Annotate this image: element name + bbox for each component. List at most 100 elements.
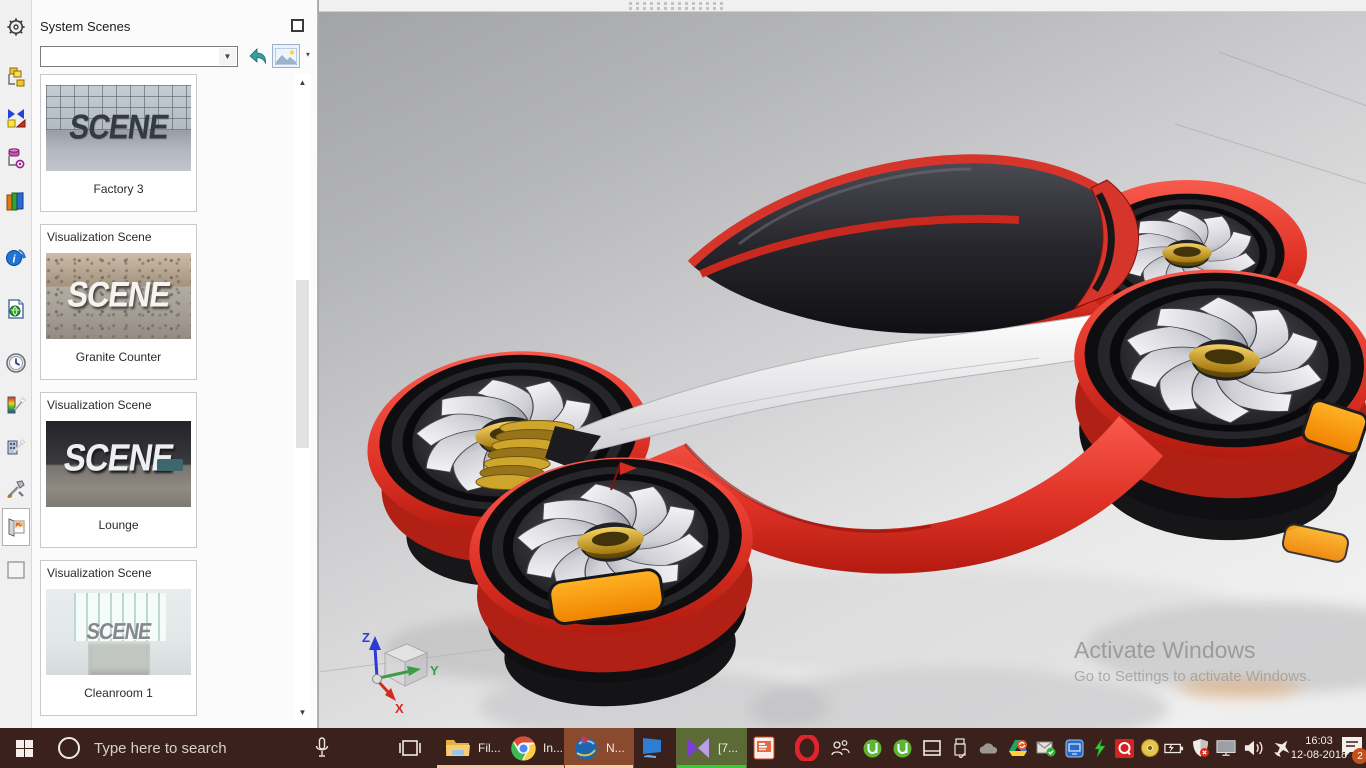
scene-card-header: Visualization Scene — [47, 398, 152, 412]
scene-card-factory-3[interactable]: SCENE Factory 3 — [40, 74, 197, 212]
scene-list: SCENE Factory 3 Visualization Scene SCEN… — [32, 74, 294, 722]
triad-x-label: X — [395, 701, 404, 716]
image-icon — [275, 47, 297, 65]
toolbar-dock-strip — [319, 0, 1366, 12]
app-label: N... — [606, 741, 625, 755]
taskbar-app-kmplayer[interactable]: [7... — [676, 728, 748, 768]
tray-utorrent-icon[interactable] — [862, 738, 882, 758]
scene-label: Cleanroom 1 — [84, 686, 153, 700]
windows-taskbar: Fil... In... N... [7... — [0, 728, 1366, 768]
toolbar-grip-icon[interactable] — [629, 2, 723, 5]
tray-defender-icon[interactable] — [1190, 738, 1210, 758]
internet-navigator-icon[interactable]: i — [3, 244, 29, 270]
taskbar-app-nx-active[interactable]: N... — [564, 728, 634, 768]
right-fan-pod[interactable] — [1061, 260, 1366, 565]
toolbar-grip-icon[interactable] — [629, 7, 723, 10]
canopy — [687, 154, 1139, 334]
roles-gear-icon[interactable] — [3, 14, 29, 40]
scene-word: SCENE — [66, 108, 171, 147]
scene-card-granite-counter[interactable]: Visualization Scene SCENE Granite Counte… — [40, 224, 197, 380]
system-scenes-panel: System Scenes ▼ ▼ SCENE Factory 3 Visual… — [32, 0, 318, 728]
web-page-icon[interactable] — [3, 296, 29, 322]
white-body-band — [570, 308, 1142, 453]
reset-scene-button[interactable] — [246, 45, 270, 68]
scene-word: SCENE — [64, 274, 173, 315]
image-button-caret-icon[interactable]: ▼ — [305, 51, 311, 58]
task-view-button[interactable] — [398, 736, 422, 765]
scene-card-cleanroom-1[interactable]: Visualization Scene SCENE Cleanroom 1 — [40, 560, 197, 716]
tray-quickheal-icon[interactable] — [1114, 738, 1134, 758]
app-label: In... — [543, 741, 564, 755]
scene-thumbnail-lounge: SCENE — [46, 421, 191, 507]
taskbar-app-computer[interactable] — [630, 728, 674, 768]
tray-pc-app-icon[interactable] — [1064, 738, 1084, 758]
scene-label: Lounge — [98, 518, 139, 532]
scene-word: SCENE — [61, 436, 176, 479]
nx-icon — [575, 736, 597, 760]
graphics-viewport[interactable]: Z Y X Activate Windows Go to Settings to… — [318, 0, 1366, 728]
start-button[interactable] — [0, 728, 48, 768]
tools-icon[interactable] — [3, 476, 29, 502]
tray-window-icon[interactable] — [922, 738, 942, 758]
combo-dropdown-arrow-icon[interactable]: ▼ — [219, 48, 236, 65]
empty-palette-icon[interactable] — [3, 557, 29, 583]
scene-image-button[interactable] — [272, 44, 300, 68]
file-explorer-icon — [446, 740, 470, 756]
scene-label: Granite Counter — [75, 350, 162, 364]
history-icon[interactable] — [3, 350, 29, 376]
triad-z-label: Z — [362, 630, 370, 645]
taskbar-app-opera[interactable] — [786, 728, 828, 768]
application-window: i System Scenes ▼ ▼ SCENE Factory 3 Visu… — [0, 0, 1366, 768]
tray-battery-icon[interactable] — [1164, 738, 1184, 758]
scene-list-scrollbar[interactable]: ▲ ▼ — [294, 74, 311, 720]
notification-center-button[interactable]: 2 — [1340, 736, 1366, 764]
taskbar-app-file-explorer[interactable]: Fil... — [436, 728, 510, 768]
resource-bar: i — [0, 0, 32, 728]
triad-y-label: Y — [430, 663, 439, 678]
panel-title: System Scenes — [40, 19, 131, 34]
powerpoint-icon — [753, 736, 775, 760]
assembly-navigator-icon[interactable] — [3, 64, 29, 90]
scene-word: SCENE — [84, 619, 153, 645]
tray-mail-check-icon[interactable] — [1036, 738, 1056, 758]
notification-badge: 2 — [1352, 748, 1366, 764]
scrollbar-thumb[interactable] — [296, 280, 309, 448]
tray-onedrive-icon[interactable] — [978, 738, 998, 758]
scene-card-lounge[interactable]: Visualization Scene SCENE Lounge — [40, 392, 197, 548]
tray-people-icon[interactable] — [830, 738, 850, 758]
scene-card-header: Visualization Scene — [47, 230, 152, 244]
tray-disc-icon[interactable] — [1140, 738, 1160, 758]
panel-undock-button[interactable] — [291, 19, 304, 32]
right-lower-indicator-panel — [1281, 523, 1350, 563]
search-input[interactable] — [94, 739, 314, 757]
tray-usb-icon[interactable] — [950, 738, 970, 758]
part-navigator-icon[interactable] — [3, 145, 29, 171]
cortana-icon[interactable] — [58, 737, 80, 759]
monitor-icon — [643, 738, 661, 758]
scroll-up-arrow-icon[interactable]: ▲ — [294, 74, 311, 90]
scene-thumbnail-cleanroom-1: SCENE — [46, 589, 191, 675]
scene-label: Factory 3 — [93, 182, 144, 196]
tray-lightning-icon[interactable] — [1090, 738, 1110, 758]
opera-icon — [795, 735, 819, 761]
tray-drive-sync-icon[interactable] — [1008, 738, 1028, 758]
scroll-down-arrow-icon[interactable]: ▼ — [294, 704, 311, 720]
tray-display-icon[interactable] — [1216, 738, 1236, 758]
windows-logo-icon — [15, 739, 33, 757]
return-arrow-icon — [249, 47, 266, 65]
system-scenes-palette-icon[interactable] — [2, 508, 30, 546]
scene-filter-combobox[interactable]: ▼ — [40, 46, 238, 67]
scene-thumbnail-granite-counter: SCENE — [46, 253, 191, 339]
taskbar-app-powerpoint[interactable] — [742, 728, 786, 768]
taskbar-search[interactable] — [48, 728, 392, 768]
kmplayer-icon — [687, 738, 709, 758]
materials-icon[interactable] — [3, 392, 29, 418]
tray-utorrent-icon-2[interactable] — [892, 738, 912, 758]
scene-editor-icon[interactable] — [3, 433, 29, 459]
tray-volume-icon[interactable] — [1244, 738, 1264, 758]
hover-car-3d-model[interactable]: Z Y X — [319, 12, 1366, 728]
microphone-icon[interactable] — [314, 737, 330, 764]
taskbar-app-chrome[interactable]: In... — [502, 728, 572, 768]
reuse-library-icon[interactable] — [3, 188, 29, 214]
constraint-navigator-icon[interactable] — [3, 105, 29, 131]
